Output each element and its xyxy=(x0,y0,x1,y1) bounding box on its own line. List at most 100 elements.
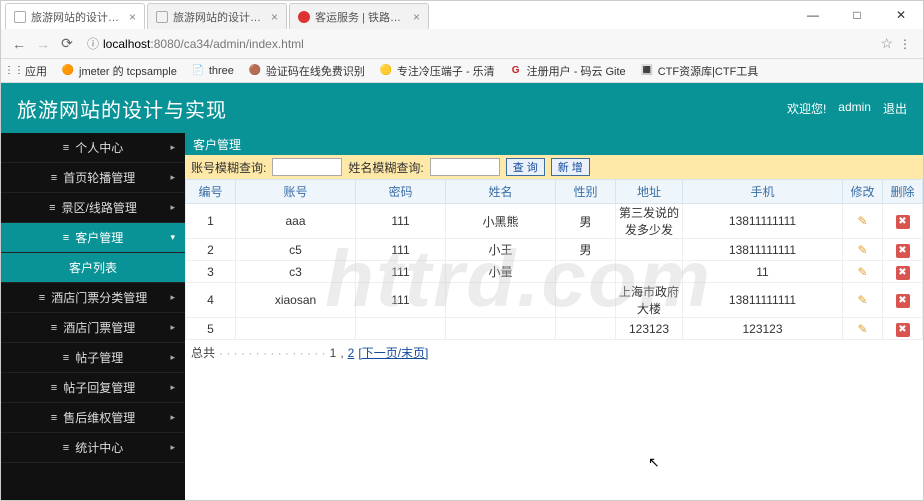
table-row: 3c3111小量11✎✖ xyxy=(186,261,923,283)
bookmark-gitee[interactable]: G注册用户 - 码云 Gite xyxy=(509,63,626,79)
bookmark-captcha[interactable]: 🟤验证码在线免费识别 xyxy=(248,63,365,79)
th-name: 姓名 xyxy=(446,180,556,204)
sidebar-item-carousel[interactable]: ≡首页轮播管理▸ xyxy=(1,163,185,193)
pager-obscured: · · · · · · · · · · · · · · · xyxy=(219,346,326,360)
sidebar-item-profile[interactable]: ≡个人中心▸ xyxy=(1,133,185,163)
bookmark-label: 应用 xyxy=(25,63,47,79)
gitee-icon: G xyxy=(509,64,523,78)
app-title: 旅游网站的设计与实现 xyxy=(17,94,227,123)
reload-button[interactable]: ⟳ xyxy=(55,32,79,56)
bookmark-three[interactable]: 📄three xyxy=(191,64,234,78)
th-id: 编号 xyxy=(186,180,236,204)
bookmarks-bar: ⋮⋮应用 🟠 jmeter 的 tcpsample 📄three 🟤验证码在线免费… xyxy=(1,59,923,83)
tab-title: 旅游网站的设计与实现 xyxy=(31,9,123,25)
edit-icon[interactable]: ✎ xyxy=(856,214,870,228)
url-input[interactable]: ⓘ localhost:8080/ca34/admin/index.html xyxy=(79,33,876,55)
sidebar-item-customer-list[interactable]: 客户列表 xyxy=(1,253,185,283)
bookmark-jmeter[interactable]: 🟠 jmeter 的 tcpsample xyxy=(61,63,177,79)
close-icon[interactable]: × xyxy=(413,10,420,24)
url-host: localhost xyxy=(103,37,150,51)
tab-title: 客运服务 | 铁路客户服务 xyxy=(315,9,407,25)
db-icon: ≡ xyxy=(63,232,69,244)
bookmark-label: jmeter 的 tcpsample xyxy=(79,63,177,79)
delete-icon[interactable]: ✖ xyxy=(896,294,910,308)
bookmark-terminal[interactable]: 🟡专注冷压端子 - 乐清 xyxy=(379,63,495,79)
maximize-button[interactable]: □ xyxy=(835,1,879,29)
chevron-right-icon: ▸ xyxy=(170,382,175,393)
breadcrumb: 客户管理 xyxy=(185,133,923,155)
logout-link[interactable]: 退出 xyxy=(883,100,907,117)
browser-tab-3[interactable]: 客运服务 | 铁路客户服务 × xyxy=(289,3,429,29)
bookmark-star-icon[interactable]: ☆ xyxy=(880,35,893,52)
search-button[interactable]: 查 询 xyxy=(506,158,545,176)
sidebar-label: 酒店门票管理 xyxy=(63,319,135,336)
page-icon xyxy=(156,11,168,23)
sidebar-item-aftersale[interactable]: ≡售后维权管理▸ xyxy=(1,403,185,433)
cell-pwd: 111 xyxy=(356,204,446,239)
minimize-button[interactable]: — xyxy=(791,1,835,29)
edit-icon[interactable]: ✎ xyxy=(856,265,870,279)
browser-tab-2[interactable]: 旅游网站的设计与实现 × xyxy=(147,3,287,29)
forward-button[interactable]: → xyxy=(31,32,55,56)
browser-tab-1[interactable]: 旅游网站的设计与实现 × xyxy=(5,3,145,29)
chevron-right-icon: ▸ xyxy=(170,442,175,453)
current-user[interactable]: admin xyxy=(838,100,871,117)
edit-icon[interactable]: ✎ xyxy=(856,322,870,336)
db-icon: ≡ xyxy=(49,202,55,214)
add-button[interactable]: 新 增 xyxy=(551,158,590,176)
pager-page-2[interactable]: 2 xyxy=(348,346,355,360)
close-icon[interactable]: × xyxy=(129,10,136,24)
cell-sex: 男 xyxy=(556,239,616,261)
chevron-down-icon: ▾ xyxy=(170,232,175,243)
edit-icon[interactable]: ✎ xyxy=(856,293,870,307)
page-icon xyxy=(14,11,26,23)
bookmark-apps[interactable]: ⋮⋮应用 xyxy=(7,63,47,79)
edit-icon[interactable]: ✎ xyxy=(856,243,870,257)
th-del: 删除 xyxy=(883,180,923,204)
cell-sex xyxy=(556,318,616,340)
chevron-right-icon: ▸ xyxy=(170,412,175,423)
pager-total-label: 总共 xyxy=(191,344,215,361)
sidebar-label: 客户管理 xyxy=(75,229,123,246)
cell-addr: 上海市政府大楼 xyxy=(616,283,683,318)
tab-title: 旅游网站的设计与实现 xyxy=(173,9,265,25)
sidebar-item-stats[interactable]: ≡统计中心▸ xyxy=(1,433,185,463)
info-icon: ⓘ xyxy=(87,35,99,52)
cell-sex xyxy=(556,261,616,283)
browser-menu-button[interactable]: ⋮ xyxy=(893,37,917,51)
pager-next-last[interactable]: [下一页/末页] xyxy=(358,344,428,361)
delete-icon[interactable]: ✖ xyxy=(896,266,910,280)
cell-id: 4 xyxy=(186,283,236,318)
delete-icon[interactable]: ✖ xyxy=(896,244,910,258)
db-icon: ≡ xyxy=(63,352,69,364)
page-icon xyxy=(298,11,310,23)
bookmark-ctf[interactable]: 🔳CTF资源库|CTF工具 xyxy=(640,63,759,79)
site-icon: 🟠 xyxy=(61,64,75,78)
filter-name-input[interactable] xyxy=(430,158,500,176)
bookmark-label: three xyxy=(209,65,234,77)
filter-account-input[interactable] xyxy=(272,158,342,176)
th-acc: 账号 xyxy=(236,180,356,204)
th-sex: 性别 xyxy=(556,180,616,204)
sidebar-item-customers[interactable]: ≡ 客户管理 ▾ xyxy=(1,223,185,253)
pager-page-1[interactable]: 1 xyxy=(330,346,337,360)
close-icon[interactable]: × xyxy=(271,10,278,24)
url-path: /ca34/admin/index.html xyxy=(180,37,303,51)
sidebar-item-replies[interactable]: ≡帖子回复管理▸ xyxy=(1,373,185,403)
sidebar-item-ticket-category[interactable]: ≡酒店门票分类管理▸ xyxy=(1,283,185,313)
site-icon: 🟡 xyxy=(379,64,393,78)
sidebar-item-routes[interactable]: ≡景区/线路管理▸ xyxy=(1,193,185,223)
sidebar-label: 景区/线路管理 xyxy=(62,199,137,216)
cell-name: 小黑熊 xyxy=(446,204,556,239)
chevron-right-icon: ▸ xyxy=(170,322,175,333)
back-button[interactable]: ← xyxy=(7,32,31,56)
cell-phone: 13811111111 xyxy=(683,283,843,318)
table-row: 1aaa111小黑熊男第三发说的发多少发13811111111✎✖ xyxy=(186,204,923,239)
delete-icon[interactable]: ✖ xyxy=(896,215,910,229)
sidebar-item-tickets[interactable]: ≡酒店门票管理▸ xyxy=(1,313,185,343)
sidebar-item-posts[interactable]: ≡帖子管理▸ xyxy=(1,343,185,373)
browser-tabs: 旅游网站的设计与实现 × 旅游网站的设计与实现 × 客运服务 | 铁路客户服务 … xyxy=(1,1,431,29)
chevron-right-icon: ▸ xyxy=(170,292,175,303)
close-window-button[interactable]: ✕ xyxy=(879,1,923,29)
delete-icon[interactable]: ✖ xyxy=(896,323,910,337)
